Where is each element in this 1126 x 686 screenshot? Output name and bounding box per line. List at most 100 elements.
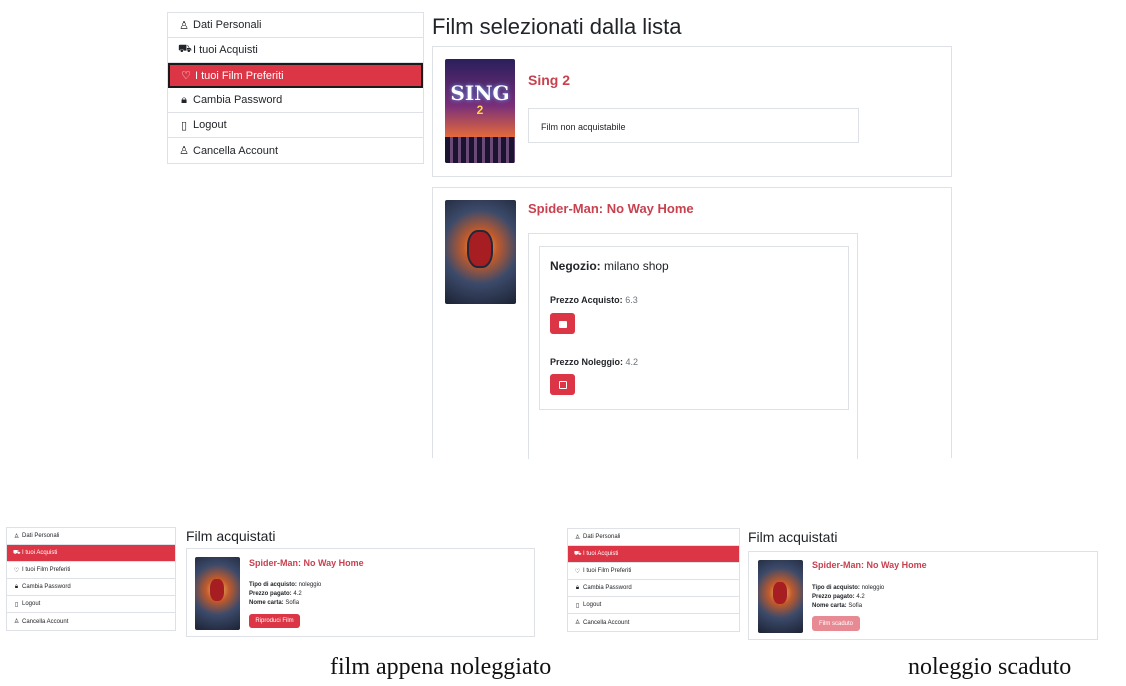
spiderman-poster[interactable] [195, 557, 240, 630]
rent-price-line: Prezzo Noleggio: 4.2 [550, 357, 638, 367]
purchase-paid: Prezzo pagato: 4.2 [249, 590, 302, 598]
sidebar-item-cambia-password[interactable]: 🔒︎ Cambia Password [568, 580, 739, 597]
caption-right: noleggio scaduto [908, 654, 1072, 680]
rent-price: 4.2 [625, 357, 639, 367]
heart-icon: ♡ [181, 70, 191, 82]
sidebar-item-i-tuoi-film-preferiti[interactable]: ♡ I tuoi Film Preferiti [168, 63, 423, 88]
sidebar-item-label: Cancella Account [22, 618, 69, 625]
sidebar-item-cambia-password[interactable]: 🔒︎ Cambia Password [168, 88, 423, 113]
purchase-paid: Prezzo pagato: 4.2 [812, 593, 865, 601]
sidebar-item-cancella-account[interactable]: ♙ Cancella Account [168, 138, 423, 163]
purchase-paid-value: 4.2 [293, 591, 302, 597]
film-title[interactable]: Spider-Man: No Way Home [528, 201, 694, 216]
play-film-button[interactable]: Riproduci Film [249, 614, 300, 628]
purchase-card-value: Sofia [848, 603, 863, 609]
film-card-spiderman: Spider-Man: No Way Home Negozio: milano … [432, 187, 952, 459]
purchase-type-value: noleggio [298, 582, 322, 588]
sing2-poster-crowd [445, 137, 515, 163]
sidebar-item-label: Dati Personali [583, 534, 621, 540]
film-title[interactable]: Sing 2 [528, 72, 570, 88]
sidebar-item-i-tuoi-acquisti[interactable]: ⛟ I tuoi Acquisti [7, 545, 175, 562]
expired-film-button[interactable]: Film scaduto [812, 616, 860, 631]
lock-icon: 🔒︎ [181, 93, 187, 106]
sidebar-item-label: Dati Personali [22, 533, 60, 539]
spiderman-figure [210, 579, 224, 601]
sidebar-item-i-tuoi-acquisti[interactable]: ⛟ I tuoi Acquisti [168, 38, 423, 63]
shop-line: Negozio: milano shop [550, 259, 669, 273]
purchase-paid-label: Prezzo pagato: [249, 591, 292, 597]
purchase-paid-value: 4.2 [856, 594, 865, 600]
sidebar-item-dati-personali[interactable]: ♙ Dati Personali [168, 13, 423, 38]
sidebar-item-logout[interactable]: ▯ Logout [568, 597, 739, 614]
rent-bag-icon [558, 380, 567, 389]
purchases-title: Film acquistati [748, 529, 838, 545]
door-icon: ▯ [14, 601, 19, 608]
sidebar-item-label: Cambia Password [193, 94, 283, 106]
profile-menu-small: ♙ Dati Personali ⛟ I tuoi Acquisti ♡ I tuoi F… [6, 527, 176, 631]
sidebar-item-i-tuoi-acquisti[interactable]: ⛟ I tuoi Acquisti [568, 546, 739, 563]
lock-icon: 🔒︎ [14, 583, 19, 590]
sing2-poster[interactable]: SING 2 [445, 59, 515, 163]
favorites-title: Film selezionati dalla lista [432, 14, 682, 39]
rent-button[interactable] [550, 374, 575, 395]
cart-icon: ⛟ [13, 550, 21, 556]
film-title[interactable]: Spider-Man: No Way Home [812, 560, 927, 570]
sidebar-item-label: Logout [22, 601, 41, 607]
sidebar-item-label: I tuoi Film Preferiti [583, 568, 632, 574]
sidebar-item-cambia-password[interactable]: 🔒︎ Cambia Password [7, 579, 175, 596]
spiderman-figure [469, 232, 491, 266]
spiderman-poster[interactable] [445, 200, 516, 304]
sidebar-item-logout[interactable]: ▯ Logout [7, 596, 175, 613]
buy-price: 6.3 [625, 295, 638, 305]
purchase-card-name: Nome carta: Sofia [249, 599, 299, 607]
cart-icon: ⛟ [574, 551, 582, 557]
film-status: Film non acquistabile [528, 108, 859, 143]
spiderman-poster[interactable] [758, 560, 803, 633]
purchase-type-label: Tipo di acquisto: [812, 585, 860, 591]
purchase-type: Tipo di acquisto: noleggio [812, 584, 884, 592]
purchase-type: Tipo di acquisto: noleggio [249, 581, 321, 589]
sidebar-item-label: I tuoi Film Preferiti [195, 69, 284, 82]
shop-label: Negozio: [550, 259, 601, 273]
purchase-card-name: Nome carta: Sofia [812, 602, 862, 610]
buy-price-line: Prezzo Acquisto: 6.3 [550, 295, 638, 305]
purchase-type-value: noleggio [861, 585, 885, 591]
purchase-type-label: Tipo di acquisto: [249, 582, 297, 588]
user-remove-icon: ♙ [13, 619, 20, 625]
lock-icon: 🔒︎ [575, 584, 580, 591]
sidebar-item-dati-personali[interactable]: ♙ Dati Personali [7, 528, 175, 545]
spiderman-figure [773, 582, 787, 604]
user-remove-icon: ♙ [574, 620, 581, 626]
sidebar-item-cancella-account[interactable]: ♙ Cancella Account [568, 614, 739, 631]
shop-offer: Negozio: milano shop Prezzo Acquisto: 6.… [539, 246, 849, 410]
film-title[interactable]: Spider-Man: No Way Home [249, 558, 364, 568]
buy-price-label: Prezzo Acquisto: [550, 295, 623, 305]
sidebar-item-cancella-account[interactable]: ♙ Cancella Account [7, 613, 175, 630]
sidebar-item-i-tuoi-film-preferiti[interactable]: ♡ I tuoi Film Preferiti [7, 562, 175, 579]
sidebar-item-label: Cambia Password [22, 584, 71, 590]
sidebar-item-label: Cancella Account [193, 144, 278, 157]
user-icon: ♙ [574, 534, 581, 541]
shop-name: milano shop [604, 259, 669, 273]
caption-left: film appena noleggiato [330, 654, 552, 680]
sidebar-item-dati-personali[interactable]: ♙ Dati Personali [568, 529, 739, 546]
sidebar-item-label: Cancella Account [583, 619, 630, 626]
purchase-card-value: Sofia [285, 600, 300, 606]
user-remove-icon: ♙ [179, 145, 189, 157]
purchases-title: Film acquistati [186, 528, 276, 544]
sidebar-item-label: Cambia Password [583, 585, 632, 591]
heart-icon: ♡ [574, 568, 581, 575]
sidebar-item-i-tuoi-film-preferiti[interactable]: ♡ I tuoi Film Preferiti [568, 563, 739, 580]
heart-icon: ♡ [13, 567, 20, 574]
user-icon: ♙ [13, 533, 20, 540]
sidebar-item-logout[interactable]: ▯ Logout [168, 113, 423, 138]
purchase-card: Spider-Man: No Way Home Tipo di acquisto… [186, 548, 535, 637]
sidebar-item-label: Logout [583, 602, 602, 608]
film-card-sing2: SING 2 Sing 2 Film non acquistabile [432, 46, 952, 177]
profile-menu: ♙ Dati Personali ⛟ I tuoi Acquisti ♡ I tuoi F… [167, 12, 424, 164]
buy-button[interactable] [550, 313, 575, 334]
purchase-paid-label: Prezzo pagato: [812, 594, 855, 600]
sing2-poster-logo: SING [450, 81, 510, 105]
sidebar-item-label: I tuoi Film Preferiti [22, 567, 71, 573]
user-icon: ♙ [179, 19, 189, 32]
